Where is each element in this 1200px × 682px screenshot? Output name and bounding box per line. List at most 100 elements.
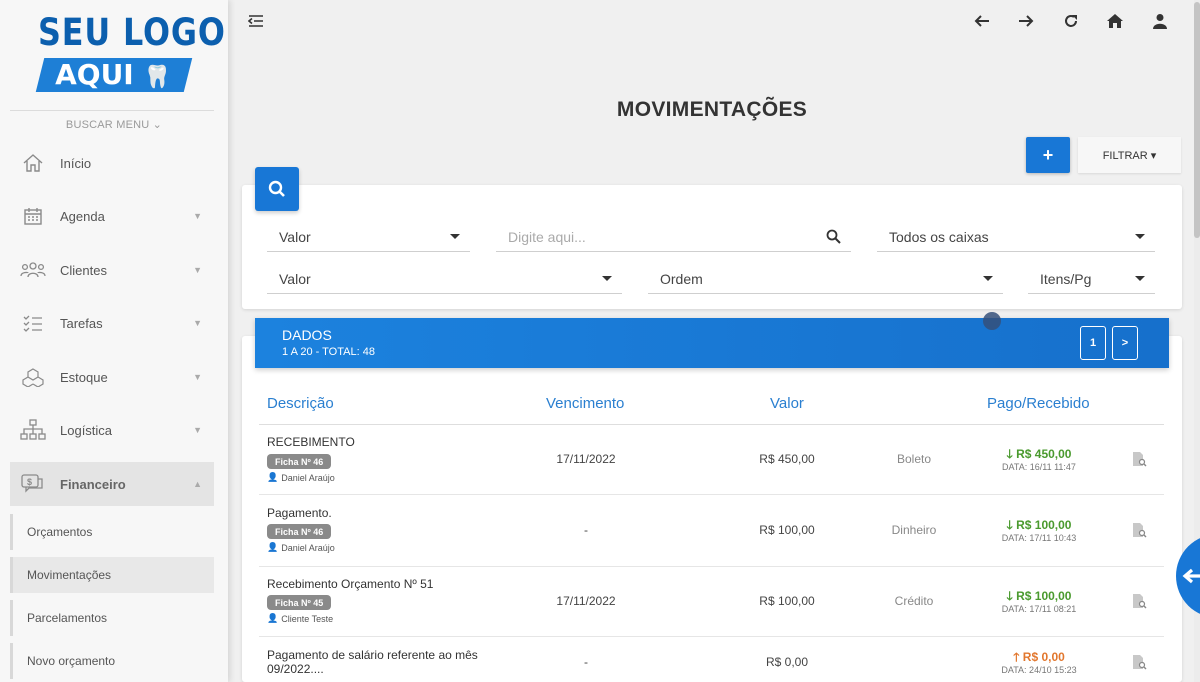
sidebar-item-agenda[interactable]: Agenda ▼ — [10, 194, 214, 238]
caret-down-icon — [450, 234, 460, 239]
page-button-current[interactable]: 1 — [1080, 326, 1106, 360]
row-payment-method: Dinheiro — [891, 523, 937, 537]
search-menu-toggle[interactable]: BUSCAR MENU ⌄ — [0, 118, 228, 131]
row-description: Pagamento. — [267, 506, 332, 520]
sidebar-item-label: Tarefas — [60, 315, 103, 331]
row-value: R$ 0,00 — [765, 655, 809, 669]
sidebar-subitem-novo-orcamento[interactable]: Novo orçamento — [10, 643, 214, 679]
row-value: R$ 450,00 — [759, 452, 815, 466]
sidebar-item-estoque[interactable]: Estoque ▼ — [10, 355, 214, 399]
sidebar-item-clientes[interactable]: Clientes ▼ — [10, 248, 214, 292]
ficha-badge[interactable]: Ficha Nº 46 — [267, 454, 332, 469]
data-title: DADOS — [282, 327, 332, 343]
user-icon: 👤 — [267, 542, 279, 552]
select-value: Valor — [279, 270, 311, 287]
sidebar-subitem-parcelamentos[interactable]: Parcelamentos — [10, 600, 214, 636]
row-value: R$ 100,00 — [759, 523, 815, 537]
logo-text-aqui: AQUI — [55, 58, 134, 91]
page-button-next[interactable]: > — [1112, 326, 1138, 360]
person-name: Daniel Araújo — [281, 542, 335, 553]
column-header-vencimento[interactable]: Vencimento — [546, 395, 624, 412]
arrow-right-icon[interactable] — [1015, 10, 1037, 32]
row-due-date: 17/11/2022 — [556, 594, 616, 608]
row-paid-date: DATA: 17/11 10:43 — [1001, 533, 1077, 543]
user-icon[interactable] — [1149, 10, 1171, 32]
search-input-wrapper — [496, 222, 851, 252]
document-search-icon[interactable] — [1131, 654, 1147, 670]
value-select[interactable]: Valor — [267, 264, 622, 294]
row-divider — [259, 494, 1164, 495]
home-icon — [20, 153, 46, 173]
cursor-indicator — [983, 312, 1001, 330]
sidebar-subitem-orcamentos[interactable]: Orçamentos — [10, 514, 214, 550]
row-payment-method: Boleto — [896, 452, 932, 466]
document-search-icon[interactable] — [1131, 451, 1147, 467]
sidebar-item-financeiro[interactable]: $ Financeiro ▲ — [10, 462, 214, 506]
paid-value: R$ 0,00 — [1022, 650, 1065, 664]
row-divider — [259, 636, 1164, 637]
order-select[interactable]: Ordem — [648, 264, 1003, 294]
ficha-badge[interactable]: Ficha Nº 46 — [267, 524, 332, 539]
arrow-down-icon: 🡓 — [1006, 447, 1013, 461]
caret-up-icon: ▲ — [193, 479, 202, 489]
person-name: Cliente Teste — [281, 613, 334, 624]
caret-down-icon: ▼ — [193, 425, 202, 435]
caret-down-icon: ▼ — [193, 318, 202, 328]
search-badge — [255, 167, 299, 211]
paid-value: R$ 450,00 — [1016, 447, 1072, 461]
row-person: 👤 Daniel Araújo — [267, 542, 335, 553]
arrow-left-icon[interactable] — [971, 10, 993, 32]
sidebar-item-inicio[interactable]: Início — [10, 141, 214, 185]
tasks-icon — [20, 313, 46, 333]
search-input[interactable] — [508, 228, 808, 245]
column-header-pago[interactable]: Pago/Recebido — [987, 395, 1090, 412]
row-value: R$ 100,00 — [759, 594, 815, 608]
row-divider — [259, 566, 1164, 567]
cash-register-select[interactable]: Todos os caixas — [877, 222, 1155, 252]
caret-down-icon: ▼ — [193, 211, 202, 221]
sidebar-item-label: Clientes — [60, 262, 107, 278]
menu-collapse-icon[interactable] — [245, 10, 267, 32]
arrow-up-icon: 🡑 — [1013, 650, 1020, 664]
arrow-left-icon — [1182, 568, 1200, 584]
row-paid-date: DATA: 16/11 11:47 — [1002, 462, 1076, 472]
sitemap-icon — [20, 419, 46, 441]
home-icon[interactable] — [1104, 10, 1126, 32]
row-paid-date: DATA: 24/10 15:23 — [1001, 665, 1077, 675]
boxes-icon — [20, 367, 46, 387]
caret-down-icon — [602, 276, 612, 281]
sidebar-item-label: Financeiro — [60, 476, 126, 492]
data-count: 1 A 20 - TOTAL: 48 — [282, 346, 375, 358]
filter-button[interactable]: FILTRAR ▾ — [1078, 137, 1181, 173]
caret-down-icon: ▼ — [193, 265, 202, 275]
data-header-bar: DADOS 1 A 20 - TOTAL: 48 1 > — [255, 318, 1169, 368]
document-search-icon[interactable] — [1131, 522, 1147, 538]
row-due-date: 17/11/2022 — [556, 452, 616, 466]
search-icon — [268, 180, 285, 197]
row-payment-method: Crédito — [894, 594, 934, 608]
add-button[interactable]: + — [1026, 137, 1070, 173]
column-header-descricao[interactable]: Descrição — [267, 395, 334, 412]
sidebar-item-logistica[interactable]: Logística ▼ — [10, 408, 214, 452]
sidebar-item-label: Agenda — [60, 208, 105, 224]
paid-value: R$ 100,00 — [1016, 589, 1072, 603]
sidebar-item-tarefas[interactable]: Tarefas ▼ — [10, 301, 214, 345]
logo[interactable]: SEU LOGO AQUI 🦷 — [35, 12, 225, 96]
user-icon: 👤 — [267, 613, 279, 623]
select-value: Todos os caixas — [889, 228, 989, 245]
row-paid-date: DATA: 17/11 08:21 — [1001, 604, 1077, 614]
users-icon — [20, 260, 46, 280]
ficha-badge[interactable]: Ficha Nº 45 — [267, 595, 332, 610]
paid-value: R$ 100,00 — [1016, 518, 1072, 532]
reload-icon[interactable] — [1060, 10, 1082, 32]
row-due-date: - — [584, 523, 588, 537]
row-due-date: - — [584, 655, 588, 669]
user-icon: 👤 — [267, 472, 279, 482]
column-header-valor[interactable]: Valor — [770, 395, 804, 412]
document-search-icon[interactable] — [1131, 593, 1147, 609]
search-field-select[interactable]: Valor — [267, 222, 470, 252]
sidebar-subitem-movimentacoes[interactable]: Movimentações — [10, 557, 214, 593]
select-value: Ordem — [660, 270, 703, 287]
search-icon[interactable] — [826, 229, 841, 244]
items-per-page-select[interactable]: Itens/Pg — [1028, 264, 1155, 294]
